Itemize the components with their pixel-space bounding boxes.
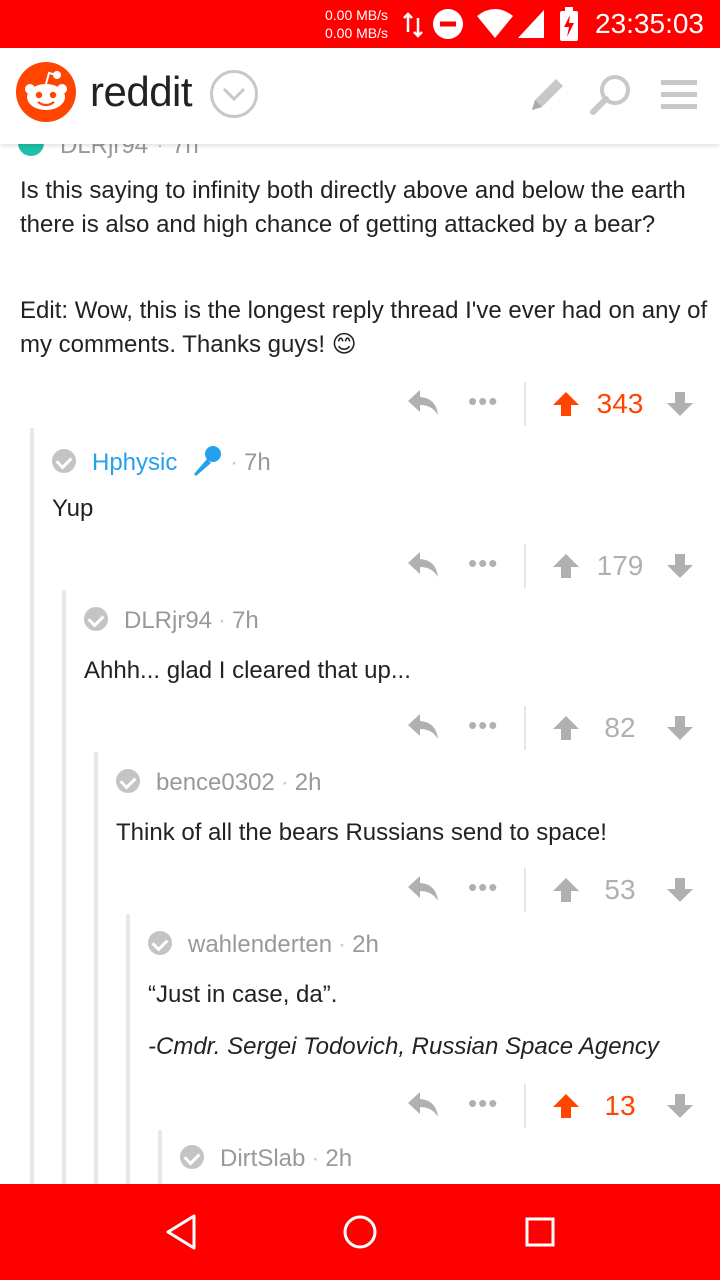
more-options-icon[interactable]: ••• [468, 872, 498, 903]
divider [524, 382, 526, 426]
collapse-check-icon[interactable] [180, 1145, 204, 1169]
upvote-arrow-icon[interactable] [552, 552, 580, 580]
cell-signal-icon [518, 10, 544, 38]
comment-actions: ••• 13 [406, 1084, 706, 1128]
microphone-icon [194, 446, 222, 476]
reply-icon[interactable] [406, 388, 440, 418]
comment-actions: ••• 53 [406, 868, 706, 912]
reply-icon[interactable] [406, 550, 440, 580]
score: 13 [604, 1090, 636, 1121]
wifi-icon [477, 9, 513, 38]
score: 179 [596, 550, 644, 581]
status-bar: 0.00 MB/s 0.00 MB/s 23:35:03 [0, 0, 720, 48]
search-icon[interactable] [588, 72, 634, 118]
thread-line-depth1[interactable] [30, 428, 34, 1184]
recents-square-icon[interactable] [522, 1212, 558, 1252]
comment-age: 2h [352, 931, 379, 958]
comment-actions: ••• 343 [406, 382, 706, 426]
comment-age: 7h [232, 607, 259, 634]
downvote-arrow-icon[interactable] [666, 390, 694, 418]
downvote-arrow-icon[interactable] [666, 552, 694, 580]
more-options-icon[interactable]: ••• [468, 1088, 498, 1119]
comment-body: Think of all the bears Russians send to … [116, 819, 607, 846]
upvote-arrow-icon[interactable] [552, 876, 580, 904]
comment-author[interactable]: DLRjr94 [124, 607, 212, 634]
comment-body: Is this saying to infinity both directly… [20, 177, 686, 238]
comment-age: 2h [325, 1145, 353, 1172]
divider [524, 706, 526, 750]
download-speed: 0.00 MB/s [325, 25, 389, 41]
data-transfer-icon [403, 12, 423, 38]
thread-line-depth4[interactable] [126, 914, 130, 1184]
comment-author[interactable]: DLRjr94 · 7h [60, 144, 199, 160]
chevron-down-icon[interactable] [210, 70, 258, 118]
comment-body: Ahhh... glad I cleared that up... [84, 657, 411, 684]
upvote-arrow-icon[interactable] [552, 1092, 580, 1120]
divider [524, 544, 526, 588]
reply-icon[interactable] [406, 874, 440, 904]
pencil-icon[interactable] [526, 74, 568, 116]
downvote-arrow-icon[interactable] [666, 714, 694, 742]
collapse-check-icon[interactable] [84, 607, 108, 631]
comment-actions: ••• 179 [406, 544, 706, 588]
downvote-arrow-icon[interactable] [666, 1092, 694, 1120]
comment-author[interactable]: wahlenderten [188, 931, 332, 958]
comment-meta: wahlenderten · 2h [148, 930, 379, 960]
comment-body: Edit: Wow, this is the longest reply thr… [20, 297, 708, 358]
comment-age: 2h [294, 769, 322, 796]
upvote-arrow-icon[interactable] [552, 390, 580, 418]
comment-body: Yup [52, 495, 94, 522]
divider [524, 1084, 526, 1128]
network-speed: 0.00 MB/s 0.00 MB/s [325, 6, 388, 42]
thread-line-depth5[interactable] [158, 1130, 162, 1184]
brand-wordmark: reddit [90, 68, 193, 115]
home-circle-icon[interactable] [341, 1212, 379, 1252]
reddit-logo-icon[interactable] [16, 62, 76, 122]
comment-age: 7h [244, 449, 271, 476]
downvote-arrow-icon[interactable] [666, 876, 694, 904]
comment-meta: bence0302 · 2h [116, 768, 321, 798]
comment-author[interactable]: DirtSlab [220, 1145, 305, 1172]
do-not-disturb-icon [433, 9, 463, 39]
reply-icon[interactable] [406, 1090, 440, 1120]
comment-actions: ••• 82 [406, 706, 706, 750]
score: 343 [596, 388, 644, 419]
comment-body: “Just in case, da”. [148, 981, 338, 1008]
more-options-icon[interactable]: ••• [468, 386, 498, 417]
comment-thread[interactable]: DLRjr94 · 7h Is this saying to infinity bo… [0, 144, 720, 1184]
menu-icon[interactable] [660, 78, 698, 112]
collapse-check-icon[interactable] [116, 769, 140, 793]
author-check-icon [18, 144, 44, 156]
app-header: reddit [0, 48, 720, 144]
thread-line-depth3[interactable] [94, 752, 98, 1184]
comment-author[interactable]: bence0302 [156, 769, 275, 796]
comment-author[interactable]: Hphysic [92, 449, 177, 476]
system-nav-bar [0, 1184, 720, 1280]
comment-meta: Hphysic · 7h [52, 444, 271, 478]
more-options-icon[interactable]: ••• [468, 548, 498, 579]
comment-body-signature: -Cmdr. Sergei Todovich, Russian Space Ag… [148, 1033, 659, 1060]
comment-meta: DLRjr94 · 7h [84, 606, 259, 636]
battery-charging-icon [560, 7, 578, 41]
score: 82 [604, 712, 636, 743]
upvote-arrow-icon[interactable] [552, 714, 580, 742]
collapse-check-icon[interactable] [148, 931, 172, 955]
reply-icon[interactable] [406, 712, 440, 742]
collapse-check-icon[interactable] [52, 449, 76, 473]
more-options-icon[interactable]: ••• [468, 710, 498, 741]
divider [524, 868, 526, 912]
comment-meta: DirtSlab · 2h [180, 1144, 352, 1174]
back-triangle-icon[interactable] [164, 1212, 200, 1252]
score: 53 [604, 874, 636, 905]
thread-line-depth2[interactable] [62, 590, 66, 1184]
status-clock: 23:35:03 [595, 8, 704, 39]
upload-speed: 0.00 MB/s [325, 7, 389, 23]
